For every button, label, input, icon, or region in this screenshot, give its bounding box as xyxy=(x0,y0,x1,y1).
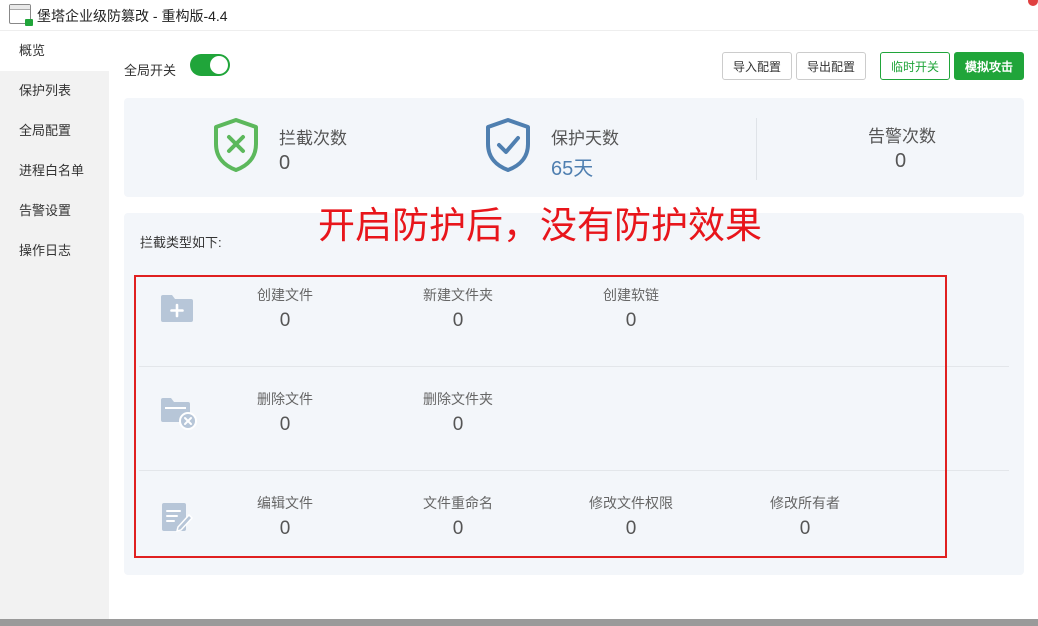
shield-check-icon xyxy=(486,118,530,172)
sidebar-item-process-whitelist[interactable]: 进程白名单 xyxy=(0,151,109,191)
alert-count-label: 告警次数 xyxy=(868,127,936,146)
protected-days-label: 保护天数 xyxy=(551,129,619,148)
bottom-edge xyxy=(0,619,1038,626)
intercept-title: 拦截类型如下: xyxy=(140,235,222,250)
sidebar-item-alert-settings[interactable]: 告警设置 xyxy=(0,191,109,231)
protected-days-value: 65天 xyxy=(551,158,594,180)
shield-blocked-icon xyxy=(214,118,258,172)
alert-count-value: 0 xyxy=(895,150,907,172)
global-switch-toggle[interactable] xyxy=(190,54,230,76)
sidebar-item-global-config[interactable]: 全局配置 xyxy=(0,111,109,151)
overview-divider xyxy=(756,118,757,180)
lock-icon xyxy=(25,19,33,26)
temp-switch-button[interactable]: 临时开关 xyxy=(880,52,950,80)
main-content: 全局开关 导入配置 导出配置 临时开关 模拟攻击 拦截次数 0 保护天数 65天… xyxy=(109,31,1038,626)
sidebar-item-overview[interactable]: 概览 xyxy=(0,31,109,71)
export-config-button[interactable]: 导出配置 xyxy=(796,52,866,80)
simulate-attack-button[interactable]: 模拟攻击 xyxy=(954,52,1024,80)
window-title: 堡塔企业级防篡改 - 重构版-4.4 xyxy=(37,8,228,24)
title-bar: 堡塔企业级防篡改 - 重构版-4.4 xyxy=(0,0,1038,31)
app-icon xyxy=(9,4,33,26)
close-icon[interactable] xyxy=(1028,0,1038,6)
sidebar: 概览 保护列表 全局配置 进程白名单 告警设置 操作日志 xyxy=(0,31,109,626)
import-config-button[interactable]: 导入配置 xyxy=(722,52,792,80)
blocked-count-label: 拦截次数 xyxy=(279,129,347,148)
annotation-highlight-box xyxy=(134,275,947,558)
blocked-count-value: 0 xyxy=(279,152,291,174)
annotation-text: 开启防护后，没有防护效果 xyxy=(318,204,762,247)
global-switch-label: 全局开关 xyxy=(124,63,177,78)
toggle-knob xyxy=(210,56,228,74)
sidebar-item-operation-log[interactable]: 操作日志 xyxy=(0,231,109,271)
sidebar-item-protect-list[interactable]: 保护列表 xyxy=(0,71,109,111)
overview-card: 拦截次数 0 保护天数 65天 告警次数 0 xyxy=(124,98,1024,197)
